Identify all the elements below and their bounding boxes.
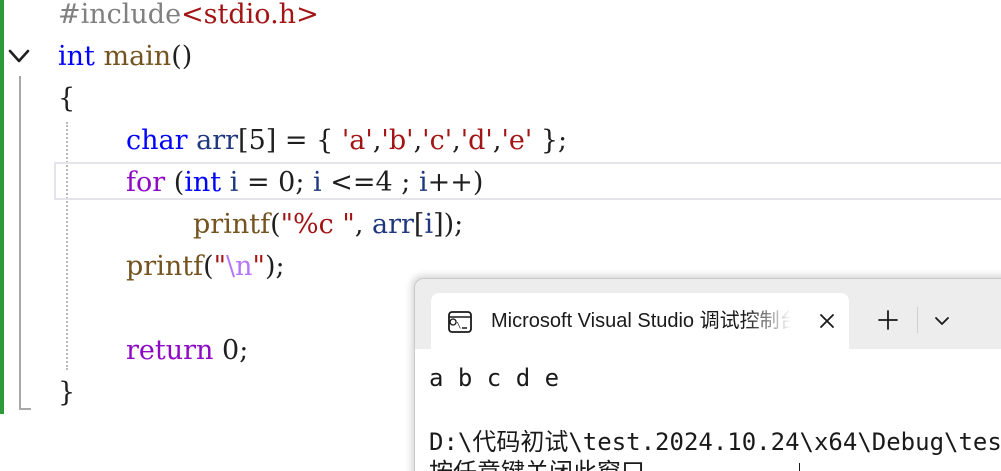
comma: , [452, 125, 461, 156]
tab-strip: \ Microsoft Visual Studio 调试控制台 [415, 279, 1001, 349]
number-zero: 0 [278, 167, 296, 198]
semicolon: ; [239, 335, 249, 366]
char-literal: 'c' [422, 125, 453, 156]
indent-guide [66, 122, 68, 370]
text-cursor [799, 463, 800, 471]
bracket-open: [ [238, 125, 249, 156]
screen: #include<stdio.h> int main() { char arr[… [0, 0, 1001, 471]
variable-arr: arr [371, 209, 414, 240]
svg-text:\: \ [457, 321, 462, 330]
tab-title: Microsoft Visual Studio 调试控制台 [491, 310, 791, 332]
variable-i: i [418, 167, 428, 198]
statement-end: ); [264, 251, 285, 282]
number-four: 4 [375, 167, 393, 198]
char-literal: 'd' [460, 125, 493, 156]
variable-i: i [221, 167, 239, 198]
semicolon: ; [295, 167, 314, 198]
paren-open: ( [270, 209, 281, 240]
variable-arr: arr [196, 125, 239, 156]
close-icon[interactable] [815, 309, 839, 333]
bracket-close: ] [433, 209, 444, 240]
code-line-printf-newline[interactable]: printf("\n"); [126, 247, 285, 287]
keyword-int: int [184, 167, 222, 198]
keyword-for: for [126, 167, 166, 198]
code-line-array-decl[interactable]: char arr[5] = { 'a','b','c','d','e' }; [126, 121, 567, 161]
keyword-char: char [126, 125, 188, 156]
console-line-prompt: 按任意键关闭此窗口. . . [429, 457, 717, 471]
console-line-path: D:\代码初试\test.2024.10.24\x64\Debug\test.2… [429, 428, 1001, 456]
fold-guide-end [19, 408, 31, 410]
char-literal: 'e' [501, 125, 533, 156]
chevron-down-icon[interactable] [5, 42, 33, 70]
variable-i: i [313, 167, 322, 198]
plus-icon[interactable] [873, 305, 903, 335]
change-indicator-bar [0, 0, 4, 414]
function-name-main: main [103, 41, 172, 72]
array-size: 5 [248, 125, 266, 156]
variable-i: i [424, 209, 434, 240]
code-line-include[interactable]: #include<stdio.h> [58, 0, 319, 35]
escape-sequence: \n [226, 251, 253, 282]
quote: " [213, 251, 227, 282]
code-line-for[interactable]: for (int i = 0; i <=4 ; i++) [126, 163, 483, 203]
char-literal: 'b' [381, 125, 414, 156]
bracket-close: ] [265, 125, 277, 156]
keyword-return: return [126, 335, 214, 366]
paren-open: ( [165, 167, 185, 198]
close-brace: } [58, 377, 76, 408]
function-printf: printf [126, 251, 204, 282]
code-line-main[interactable]: int main() [58, 37, 192, 77]
bracket-open: [ [413, 209, 425, 240]
function-printf: printf [193, 209, 271, 240]
statement-end: ); [443, 209, 464, 240]
tab-separator [917, 307, 918, 333]
code-line-open-brace[interactable]: { [58, 79, 75, 119]
semicolon: ; [392, 167, 419, 198]
increment: ++) [427, 167, 484, 198]
chevron-down-icon[interactable] [927, 307, 957, 335]
quote: " [252, 251, 265, 282]
compare-op: <= [321, 167, 376, 198]
format-string: "%c " [280, 209, 355, 240]
tab-debug-console[interactable]: \ Microsoft Visual Studio 调试控制台 [431, 293, 849, 349]
fold-guide-line [19, 76, 21, 410]
header-name: <stdio.h> [181, 0, 319, 30]
paren-open: ( [203, 251, 214, 282]
preprocessor-directive: #include [58, 0, 182, 30]
code-line-return[interactable]: return 0; [126, 331, 248, 371]
code-line-printf-loop[interactable]: printf("%c ", arr[i]); [193, 205, 463, 245]
comma: , [413, 125, 423, 156]
debug-console-window[interactable]: \ Microsoft Visual Studio 调试控制台 a b c d … [414, 278, 1001, 471]
console-line-output: a b c d e [429, 364, 560, 392]
terminal-icon: \ [448, 311, 472, 333]
parens: () [171, 41, 193, 72]
return-value: 0 [213, 335, 240, 366]
keyword-int: int [58, 41, 95, 72]
open-brace: { [58, 83, 76, 114]
char-literal: 'a' [341, 125, 373, 156]
console-output[interactable]: a b c d e D:\代码初试\test.2024.10.24\x64\De… [415, 349, 1001, 471]
assign-close: }; [532, 125, 568, 156]
assign-open: = { [276, 125, 342, 156]
comma: , [354, 209, 372, 240]
assign: = [238, 167, 279, 198]
code-line-close-brace[interactable]: } [58, 373, 75, 413]
